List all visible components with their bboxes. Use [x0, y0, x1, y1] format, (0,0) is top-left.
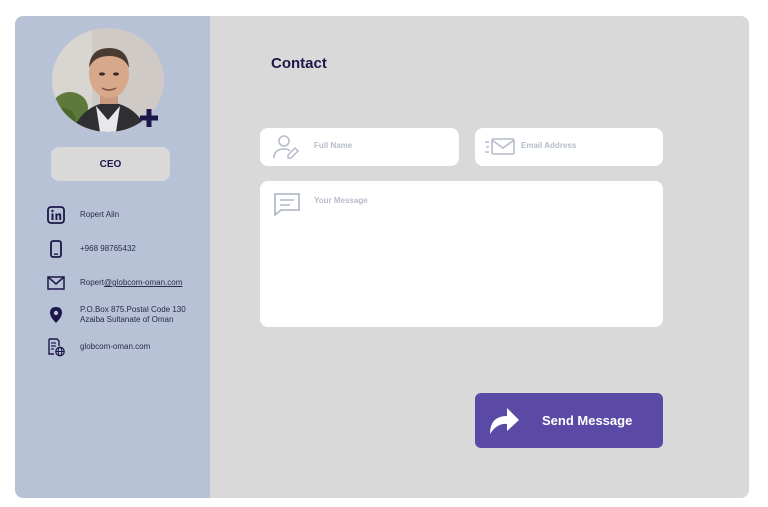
profile-website[interactable]: globcom-oman.com: [80, 342, 150, 352]
profile-address: P.O.Box 875.Postal Code 130 Azaiba Sulta…: [80, 305, 186, 325]
full-name-placeholder: Full Name: [314, 141, 353, 150]
email-row: Ropert@globcom-oman.com: [45, 272, 182, 294]
message-icon: [274, 193, 300, 216]
email-field[interactable]: Email Address: [475, 128, 663, 166]
linkedin-icon[interactable]: [45, 204, 67, 226]
web-document-icon[interactable]: [45, 336, 67, 358]
address-row: P.O.Box 875.Postal Code 130 Azaiba Sulta…: [45, 304, 186, 326]
full-name-field[interactable]: Full Name: [260, 128, 459, 166]
plus-icon[interactable]: [139, 108, 159, 128]
user-edit-icon: [273, 135, 300, 159]
profile-sidebar: CEO Ropert Alin +968 98765432 Ropert@glo…: [15, 16, 210, 498]
role-badge: CEO: [51, 147, 170, 181]
fast-mail-icon: [485, 138, 515, 155]
email-placeholder: Email Address: [521, 141, 577, 150]
profile-phone: +968 98765432: [80, 244, 136, 253]
mail-icon[interactable]: [45, 272, 67, 294]
phone-icon[interactable]: [45, 238, 67, 260]
share-arrow-icon: [490, 408, 519, 434]
role-label: CEO: [99, 158, 122, 170]
page-title: Contact: [271, 55, 327, 72]
profile-email[interactable]: Ropert@globcom-oman.com: [80, 278, 182, 288]
profile-name: Ropert Alin: [80, 210, 120, 219]
send-message-button[interactable]: Send Message: [475, 393, 663, 448]
location-pin-icon[interactable]: [45, 304, 67, 326]
email-prefix: Ropert: [80, 278, 105, 287]
message-placeholder: Your Message: [314, 196, 368, 205]
send-message-label: Send Message: [542, 413, 633, 428]
email-domain: @globcom-oman.com: [104, 278, 183, 287]
address-line-2: Azaiba Sultanate of Oman: [80, 315, 174, 324]
address-line-1: P.O.Box 875.Postal Code 130: [80, 305, 186, 314]
name-row: Ropert Alin: [45, 204, 119, 226]
message-field[interactable]: Your Message: [260, 181, 663, 327]
phone-row: +968 98765432: [45, 238, 136, 260]
contact-card: CEO Ropert Alin +968 98765432 Ropert@glo…: [15, 16, 749, 498]
website-row: globcom-oman.com: [45, 336, 150, 358]
